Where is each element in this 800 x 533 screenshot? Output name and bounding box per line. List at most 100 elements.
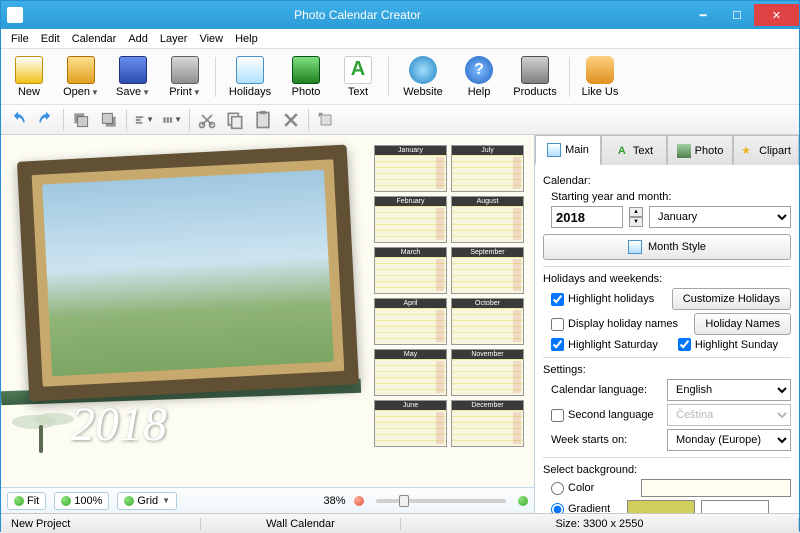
minimize-button[interactable]: ━ xyxy=(686,4,720,26)
print-button[interactable]: Print▼ xyxy=(161,52,209,102)
tab-clipart[interactable]: ★Clipart xyxy=(733,135,799,165)
year-text[interactable]: 2018 xyxy=(71,397,167,452)
properties-panel: Main AText Photo ★Clipart Calendar: Star… xyxy=(534,135,799,513)
bg-label: Select background: xyxy=(543,464,791,476)
mini-month[interactable]: October xyxy=(451,298,524,345)
holiday-names-button[interactable]: Holiday Names xyxy=(694,313,791,335)
status-project: New Project xyxy=(1,518,201,530)
status-size: Size: 3300 x 2550 xyxy=(401,518,799,530)
text-icon: A xyxy=(615,144,629,158)
display-names-check[interactable]: Display holiday names xyxy=(551,318,678,331)
week-starts-label: Week starts on: xyxy=(551,434,661,446)
second-lang-select: Čeština xyxy=(667,404,791,426)
tab-main[interactable]: Main xyxy=(535,135,601,165)
year-input[interactable] xyxy=(551,206,623,228)
highlight-sat-check[interactable]: Highlight Saturday xyxy=(551,338,658,351)
mini-month[interactable]: March xyxy=(374,247,447,294)
mini-month[interactable]: September xyxy=(451,247,524,294)
highlight-sun-check[interactable]: Highlight Sunday xyxy=(678,338,778,351)
settings-label: Settings: xyxy=(543,364,791,376)
new-button[interactable]: New xyxy=(5,52,53,102)
main-toolbar: New Open▼ Save▼ Print▼ Holidays Photo AT… xyxy=(1,49,799,105)
holidays-label: Holidays and weekends: xyxy=(543,273,791,285)
cal-lang-label: Calendar language: xyxy=(551,384,661,396)
canvas[interactable]: 2018 January July February August March … xyxy=(1,135,534,487)
likeus-button[interactable]: Like Us xyxy=(576,52,624,102)
distribute-button[interactable]: ▼ xyxy=(161,109,183,131)
app-icon xyxy=(7,7,23,23)
month-select[interactable]: January xyxy=(649,206,791,228)
mini-month[interactable]: June xyxy=(374,400,447,447)
status-bar: New Project Wall Calendar Size: 3300 x 2… xyxy=(1,513,799,533)
mini-month[interactable]: April xyxy=(374,298,447,345)
month-style-button[interactable]: Month Style xyxy=(543,234,791,260)
title-bar: Photo Calendar Creator ━ ☐ ✕ xyxy=(1,1,799,29)
start-label: Starting year and month: xyxy=(551,191,791,203)
bg-gradient-radio[interactable]: Gradient xyxy=(551,503,621,514)
canvas-bottom-bar: Fit 100% Grid▼ 38% xyxy=(1,487,534,513)
holidays-button[interactable]: Holidays xyxy=(222,52,278,102)
tab-photo[interactable]: Photo xyxy=(667,135,733,165)
zoom-out-icon[interactable] xyxy=(354,496,364,506)
help-button[interactable]: ?Help xyxy=(455,52,503,102)
menu-calendar[interactable]: Calendar xyxy=(66,31,123,47)
mini-month[interactable]: August xyxy=(451,196,524,243)
open-button[interactable]: Open▼ xyxy=(57,52,105,102)
menu-bar: File Edit Calendar Add Layer View Help xyxy=(1,29,799,49)
products-button[interactable]: Products xyxy=(507,52,563,102)
grid-button[interactable]: Grid▼ xyxy=(117,492,177,510)
paste-button[interactable] xyxy=(252,109,274,131)
highlight-holidays-check[interactable]: Highlight holidays xyxy=(551,293,654,306)
menu-add[interactable]: Add xyxy=(122,31,154,47)
mini-month[interactable]: February xyxy=(374,196,447,243)
maximize-button[interactable]: ☐ xyxy=(720,4,754,26)
bring-front-button[interactable] xyxy=(70,109,92,131)
mini-month[interactable]: December xyxy=(451,400,524,447)
dragonfly-decoration xyxy=(9,407,79,457)
second-lang-check[interactable]: Second language xyxy=(551,409,661,422)
year-down[interactable]: ▼ xyxy=(629,217,643,227)
cal-lang-select[interactable]: English xyxy=(667,379,791,401)
week-starts-select[interactable]: Monday (Europe) xyxy=(667,429,791,451)
send-back-button[interactable] xyxy=(98,109,120,131)
copy-button[interactable] xyxy=(224,109,246,131)
zoom-in-icon[interactable] xyxy=(518,496,528,506)
bg-color-radio[interactable]: Color xyxy=(551,482,594,495)
text-button[interactable]: AText xyxy=(334,52,382,102)
photo-button[interactable]: Photo xyxy=(282,52,330,102)
save-button[interactable]: Save▼ xyxy=(109,52,157,102)
bg-color-swatch[interactable] xyxy=(641,479,791,497)
close-button[interactable]: ✕ xyxy=(754,4,799,26)
mini-month[interactable]: January xyxy=(374,145,447,192)
menu-file[interactable]: File xyxy=(5,31,35,47)
calendar-label: Calendar: xyxy=(543,175,791,187)
grad-a-swatch[interactable] xyxy=(627,500,695,513)
menu-view[interactable]: View xyxy=(193,31,229,47)
undo-button[interactable] xyxy=(7,109,29,131)
menu-help[interactable]: Help xyxy=(229,31,264,47)
website-button[interactable]: Website xyxy=(395,52,451,102)
mini-calendar-grid: January July February August March Septe… xyxy=(374,145,524,447)
delete-button[interactable] xyxy=(280,109,302,131)
customize-holidays-button[interactable]: Customize Holidays xyxy=(672,288,791,310)
calendar-icon xyxy=(628,240,642,254)
zoom-slider[interactable] xyxy=(376,499,506,503)
fit-button[interactable]: Fit xyxy=(7,492,46,510)
star-icon: ★ xyxy=(741,144,755,158)
rotate-button[interactable] xyxy=(315,109,337,131)
year-up[interactable]: ▲ xyxy=(629,207,643,217)
calendar-icon xyxy=(547,143,561,157)
cut-button[interactable] xyxy=(196,109,218,131)
menu-edit[interactable]: Edit xyxy=(35,31,66,47)
grad-b-swatch[interactable] xyxy=(701,500,769,513)
tab-text[interactable]: AText xyxy=(601,135,667,165)
sub-toolbar: ▼ ▼ xyxy=(1,105,799,135)
mini-month[interactable]: November xyxy=(451,349,524,396)
mini-month[interactable]: May xyxy=(374,349,447,396)
menu-layer[interactable]: Layer xyxy=(154,31,194,47)
mini-month[interactable]: July xyxy=(451,145,524,192)
zoom-100-button[interactable]: 100% xyxy=(54,492,109,510)
photo-frame[interactable] xyxy=(17,145,359,402)
align-button[interactable]: ▼ xyxy=(133,109,155,131)
redo-button[interactable] xyxy=(35,109,57,131)
